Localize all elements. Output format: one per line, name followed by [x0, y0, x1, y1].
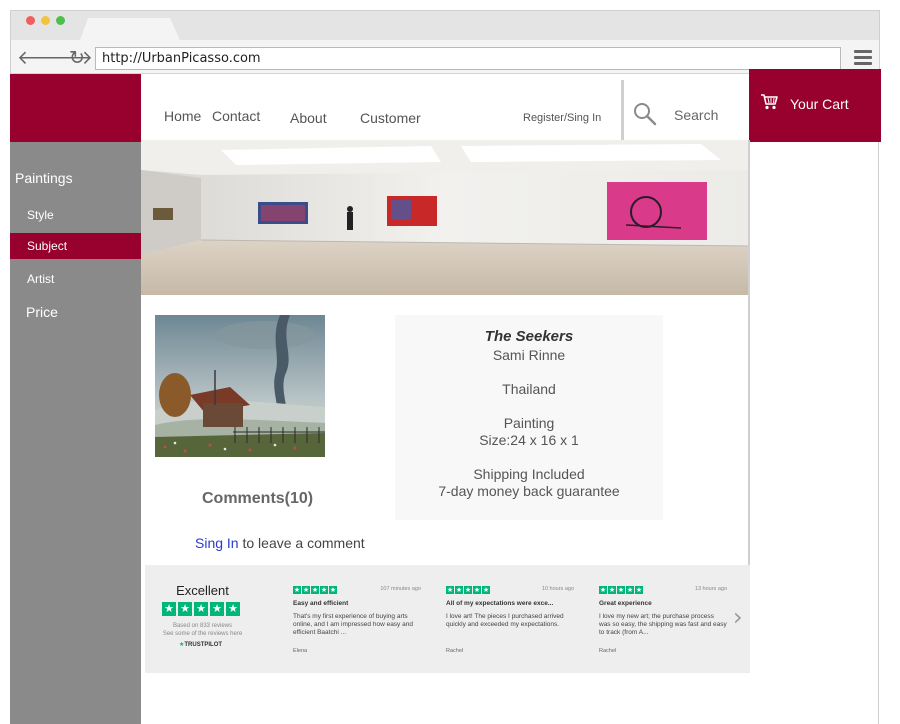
browser-tab[interactable]	[80, 18, 180, 40]
brand-logo-block[interactable]	[10, 74, 141, 142]
content-right-border	[748, 140, 750, 570]
trustpilot-summary: Excellent ★ ★ ★ ★ ★ Based on 833 reviews…	[145, 565, 260, 673]
review-stars: ★ ★ ★ ★ ★	[599, 586, 643, 594]
reload-icon[interactable]: ↻	[67, 48, 87, 68]
search-input[interactable]: Search	[624, 74, 749, 142]
sidebar-item-subject-label: Subject	[27, 239, 68, 253]
cart-label: Your Cart	[790, 96, 849, 112]
trustpilot-logo-text: TRUSTPILOT	[184, 642, 223, 648]
rating-stars: ★ ★ ★ ★ ★	[162, 602, 240, 616]
nav-about-link[interactable]: About	[290, 110, 327, 126]
address-bar[interactable]: http://UrbanPicasso.com	[95, 47, 841, 70]
star-icon: ★	[464, 586, 472, 594]
star-icon: ★	[608, 586, 616, 594]
gallery-hero-image	[141, 140, 750, 295]
minimize-window-dot[interactable]	[41, 16, 50, 25]
nav-home-link[interactable]: Home	[164, 108, 201, 124]
category-sidebar: Paintings Style Subject Artist Price	[10, 142, 141, 724]
star-icon: ★	[635, 586, 643, 594]
reviewer-name: Rachel	[446, 648, 464, 654]
star-icon: ★	[482, 586, 490, 594]
star-icon: ★	[178, 602, 192, 616]
review-card[interactable]: ★ ★ ★ ★ ★ 13 hours ago Great experience I lo…	[599, 585, 727, 665]
star-icon: ★	[455, 586, 463, 594]
star-icon: ★	[210, 602, 224, 616]
sidebar-item-price[interactable]: Price	[26, 304, 58, 320]
star-icon: ★	[446, 586, 454, 594]
shopping-cart-icon	[761, 94, 778, 110]
artwork-medium: Painting	[503, 415, 555, 431]
comments-heading: Comments(10)	[202, 490, 314, 507]
guarantee-info: 7-day money back guarantee	[438, 483, 620, 499]
review-title: Easy and efficient	[293, 600, 349, 607]
hamburger-menu-icon[interactable]	[853, 48, 873, 68]
star-icon: ★	[473, 586, 481, 594]
shipping-info: Shipping Included	[473, 466, 585, 482]
back-arrow-icon[interactable]: 🡐	[17, 48, 68, 68]
page-right-border	[878, 142, 879, 724]
forward-arrow-icon[interactable]: 🡒	[42, 48, 93, 68]
signin-link[interactable]: Sing In	[195, 535, 239, 551]
review-title: All of my expectations were exce...	[446, 600, 554, 607]
cart-button[interactable]: Your Cart	[749, 69, 881, 142]
review-body: That's my first experience of buying art…	[293, 613, 413, 636]
review-title: Great experience	[599, 600, 652, 607]
star-icon: ★	[162, 602, 176, 616]
trustpilot-widget: Excellent ★ ★ ★ ★ ★ Based on 833 reviews…	[145, 565, 750, 673]
review-time: 13 hours ago	[694, 586, 727, 592]
review-card[interactable]: ★ ★ ★ ★ ★ 10 hours ago All of my expectation…	[446, 585, 574, 665]
see-reviews-text[interactable]: See some of the reviews here	[145, 631, 260, 637]
reviewer-name: Rachel	[599, 648, 617, 654]
sidebar-item-subject[interactable]: Subject	[10, 233, 141, 259]
review-card[interactable]: ★ ★ ★ ★ ★ 107 minutes ago Easy and efficient…	[293, 585, 421, 665]
review-count: Based on 833 reviews	[172, 623, 233, 629]
review-time: 107 minutes ago	[380, 586, 421, 592]
review-stars: ★ ★ ★ ★ ★	[293, 586, 337, 594]
product-info-panel: The Seekers Sami Rinne Thailand Painting…	[395, 315, 663, 520]
review-stars: ★ ★ ★ ★ ★	[446, 586, 490, 594]
nav-register-link[interactable]: Register/Sing In	[523, 112, 601, 124]
search-placeholder: Search	[674, 107, 719, 123]
nav-customer-link[interactable]: Customer	[360, 110, 421, 126]
star-icon: ★	[194, 602, 208, 616]
star-icon: ★	[599, 586, 607, 594]
reviewer-name: Elena	[293, 648, 308, 654]
star-icon: ★	[293, 586, 301, 594]
rating-word: Excellent	[176, 583, 229, 598]
artwork-country: Thailand	[502, 381, 556, 397]
review-body: I love my new art; the purchase process …	[599, 613, 727, 636]
review-time: 10 hours ago	[541, 586, 574, 592]
trustpilot-logo[interactable]: ★TRUSTPILOT	[179, 641, 222, 648]
sidebar-item-artist[interactable]: Artist	[27, 272, 54, 286]
site-navigation: Home Contact About Customer Register/Sin…	[141, 74, 621, 142]
artwork-size: Size:24 x 16 x 1	[479, 432, 579, 448]
maximize-window-dot[interactable]	[56, 16, 65, 25]
star-icon: ★	[311, 586, 319, 594]
nav-contact-link[interactable]: Contact	[212, 108, 260, 124]
star-icon: ★	[329, 586, 337, 594]
sidebar-item-paintings[interactable]: Paintings	[15, 170, 73, 186]
star-icon: ★	[626, 586, 634, 594]
search-icon	[634, 103, 657, 126]
next-review-chevron-icon[interactable]: ›	[733, 603, 743, 631]
artwork-title: The Seekers	[484, 328, 574, 345]
artwork-image[interactable]	[155, 315, 325, 457]
close-window-dot[interactable]	[26, 16, 35, 25]
star-icon: ★	[617, 586, 625, 594]
review-body: I love art! The pieces I purchased arriv…	[446, 613, 564, 628]
signin-prompt-text: to leave a comment	[238, 535, 365, 551]
page: 🡐 🡒 ↻ http://UrbanPicasso.com Home Conta…	[0, 0, 900, 724]
comment-signin-prompt: Sing In to leave a comment	[195, 535, 365, 551]
star-icon: ★	[320, 586, 328, 594]
sidebar-item-style[interactable]: Style	[27, 208, 54, 222]
star-icon: ★	[226, 602, 240, 616]
star-icon: ★	[302, 586, 310, 594]
artist-name[interactable]: Sami Rinne	[395, 347, 663, 364]
